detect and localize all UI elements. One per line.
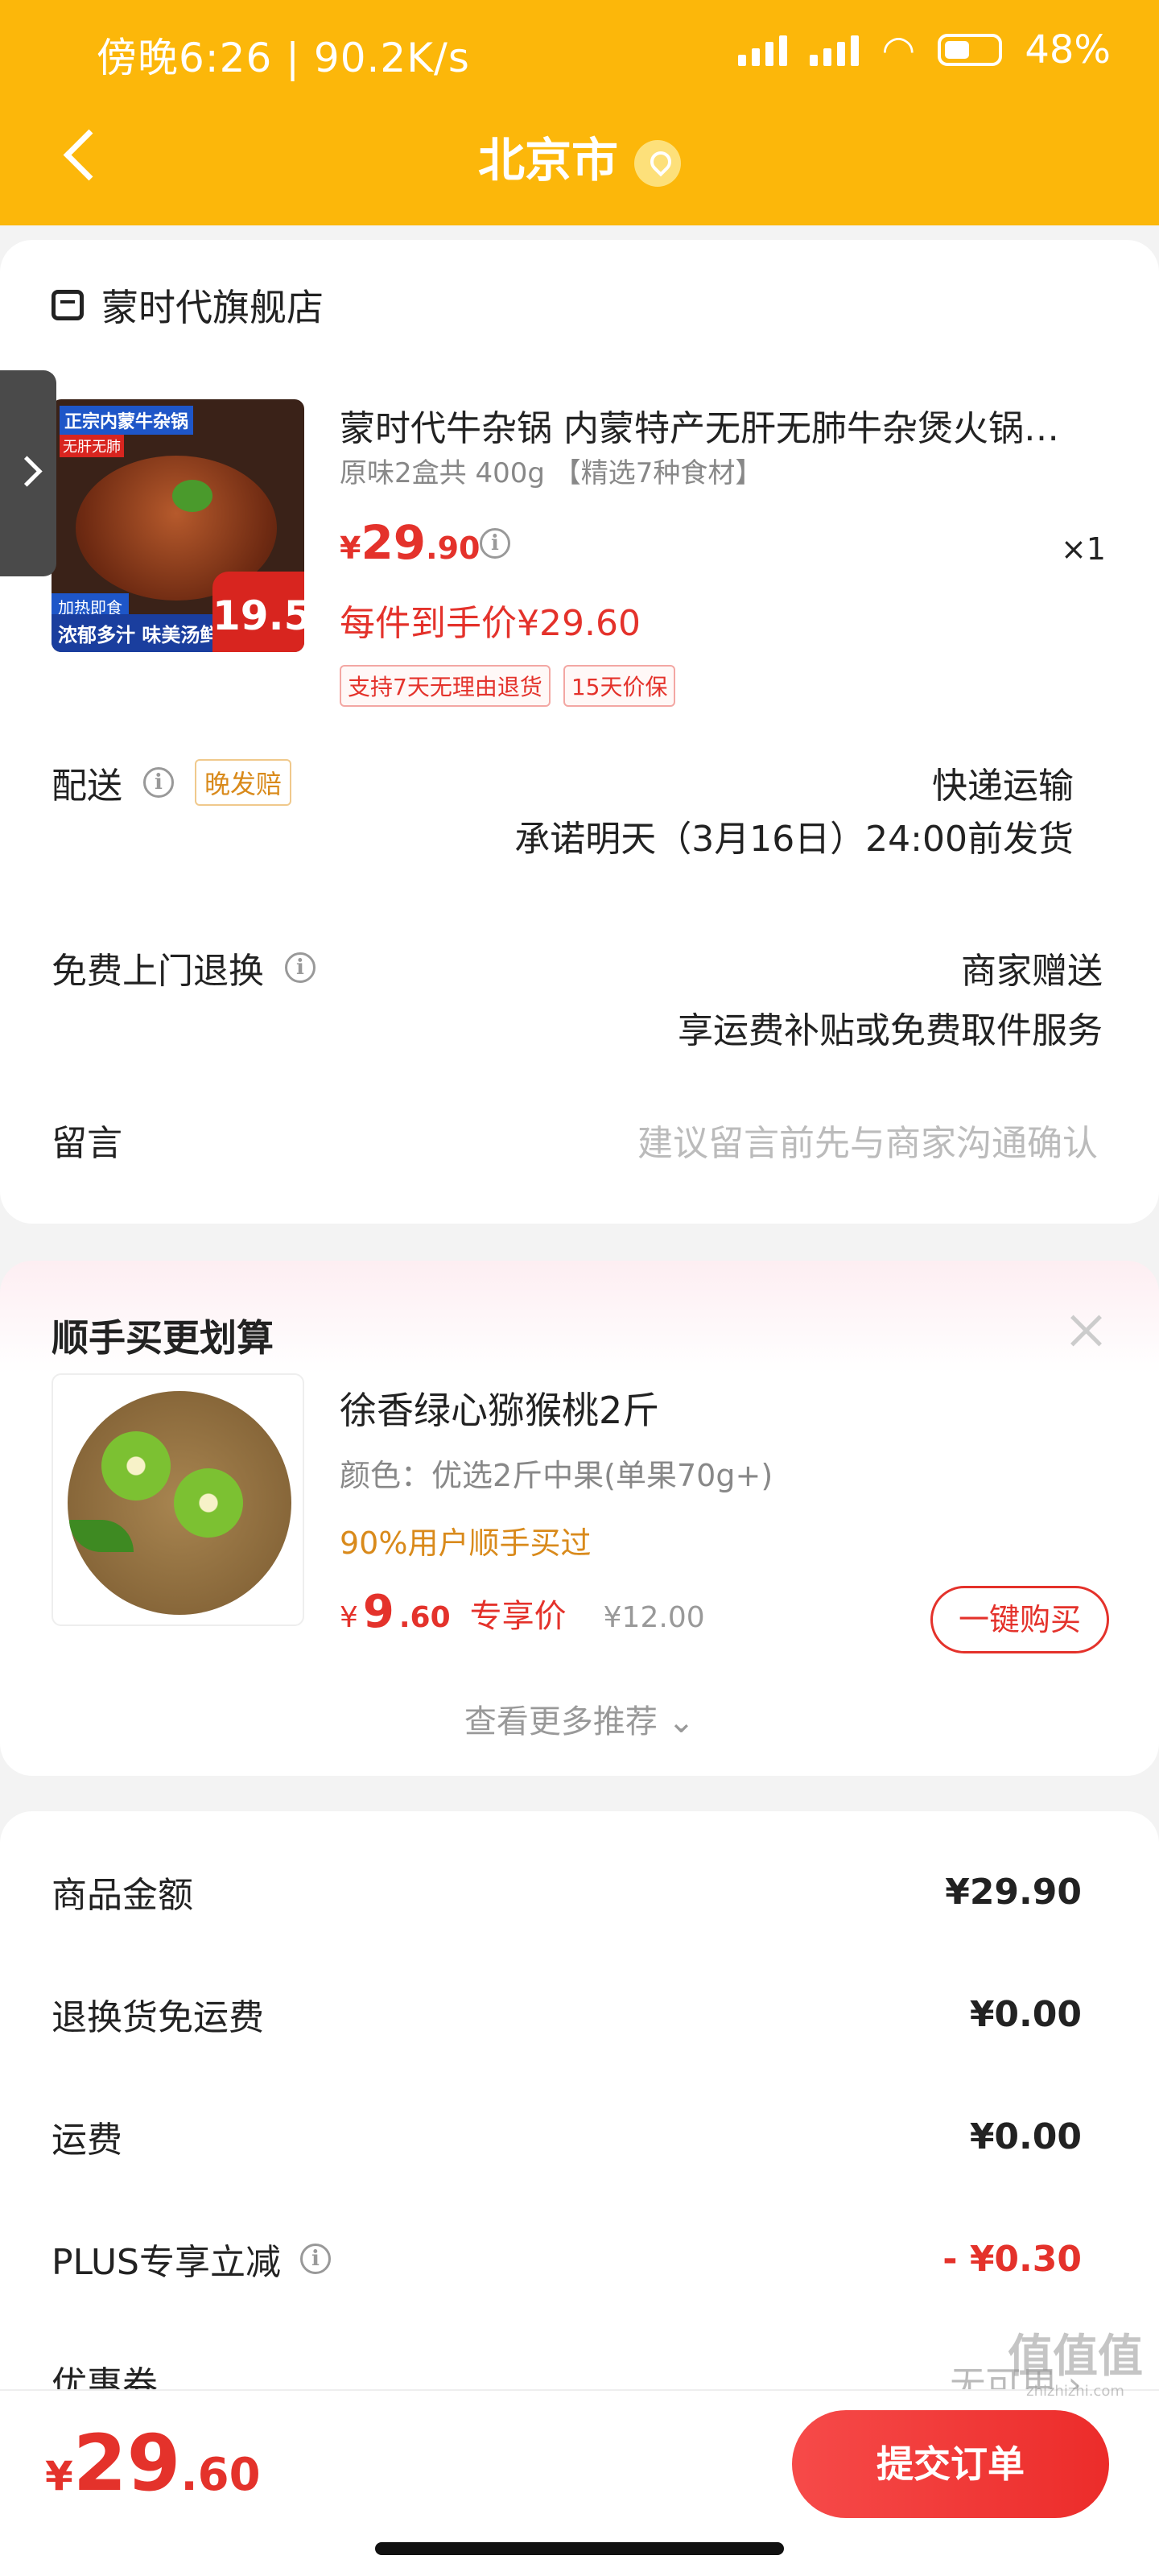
delivery-row: 配送 i 晚发赔 [52,757,292,808]
status-time-speed: 傍晚6:26 | 90.2K/s [97,35,470,81]
fee-row-shipping: 运费 ¥0.00 [52,2116,1082,2161]
status-bar: 傍晚6:26 | 90.2K/s ◠ 48% [0,0,1159,105]
product-title[interactable]: 蒙时代牛杂锅 内蒙特产无肝无肺牛杂煲火锅… [340,399,1104,451]
return-service-label: 免费上门退换 [52,951,264,992]
price-info-icon[interactable]: i [480,528,510,559]
return-service-gift: 商家赠送 [961,951,1103,992]
herb-graphic [172,480,212,512]
fee-row-goods: 商品金额 ¥29.90 [52,1871,1082,1917]
exclusive-price-label: 专享价 [469,1598,567,1635]
signal-icon [738,34,788,66]
delivery-method[interactable]: 快递运输 [932,757,1074,808]
image-price-tag: 19.5 [212,572,304,652]
quantity[interactable]: ×1 [1061,531,1106,567]
kiwi-slice [174,1468,243,1538]
return-service-row: 免费上门退换 i [52,942,316,993]
badge-price-protect: 15天价保 [563,665,676,707]
signal-icon-2 [810,34,860,66]
product-price: ¥29.90 [340,515,481,570]
image-bottom-2: 浓郁多汁 味美汤鲜 [52,614,229,652]
badge-return: 支持7天无理由退货 [340,665,551,707]
delivery-info-icon[interactable]: i [143,767,174,798]
one-click-buy-button[interactable]: 一键购买 [930,1586,1109,1653]
recommend-name[interactable]: 徐香绿心猕猴桃2斤 [340,1381,659,1435]
recommend-spec: 颜色：优选2斤中果(单果70g+) [340,1458,773,1493]
fee-row-plus-discount: PLUS专享立减 i - ¥0.30 [52,2238,1082,2284]
per-item-price: 每件到手价¥29.60 [340,603,641,644]
shop-icon [52,290,84,320]
battery-percent: 48% [1025,27,1111,72]
see-more-recommend[interactable]: 查看更多推荐 ⌄ [0,1695,1159,1742]
recommend-price: ¥9.60 专享价 ¥12.00 [340,1586,705,1638]
shop-header[interactable]: 蒙时代旗舰店 [52,279,324,332]
recommend-title: 顺手买更划算 [52,1316,274,1360]
order-card: 蒙时代旗舰店 [0,240,1159,1224]
service-badges: 支持7天无理由退货 15天价保 [340,665,676,707]
status-icons: ◠ 48% [738,27,1111,72]
nav-bar: 北京市 [0,113,1159,201]
delivery-label: 配送 [52,766,122,807]
late-compensation-badge: 晚发赔 [195,759,292,806]
recommend-hint: 90%用户顺手买过 [340,1525,592,1561]
battery-icon [938,34,1003,66]
recommend-card: 顺手买更划算 徐香绿心猕猴桃2斤 颜色：优选2斤中果(单果70g+) 90%用户… [0,1261,1159,1776]
total-price: ¥29.60 [45,2418,261,2508]
side-expand-tab[interactable] [0,370,56,576]
product-spec[interactable]: 原味2盒共 400g 【精选7种食材】 [340,451,762,490]
wifi-icon: ◠ [881,27,916,72]
close-icon[interactable] [1066,1311,1106,1351]
city-label: 北京市 [477,133,618,188]
image-tag-2: 无肝无肺 [60,435,124,457]
shop-name: 蒙时代旗舰店 [101,286,324,329]
watermark: 值值值 zhizhizhi.com [1008,2330,1143,2400]
top-header: 傍晚6:26 | 90.2K/s ◠ 48% 北京市 [0,0,1159,225]
return-service-desc: 享运费补贴或免费取件服务 [678,1010,1103,1051]
message-input[interactable]: 建议留言前先与商家沟通确认 [637,1114,1098,1166]
delivery-promise: 承诺明天（3月16日）24:00前发货 [514,819,1074,860]
fee-row-return-shipping: 退换货免运费 ¥0.00 [52,1993,1082,2039]
checkout-bar: ¥29.60 提交订单 [0,2389,1159,2576]
location-icon[interactable] [634,139,681,187]
original-price: ¥12.00 [603,1601,705,1634]
page-title[interactable]: 北京市 [0,122,1159,190]
product-image[interactable]: 正宗内蒙牛杂锅 无肝无肺 加热即食 浓郁多汁 味美汤鲜 19.5 [52,399,304,652]
home-indicator[interactable] [375,2542,784,2555]
message-label: 留言 [52,1123,122,1164]
return-info-icon[interactable]: i [285,952,316,983]
plus-info-icon[interactable]: i [300,2244,331,2274]
kiwi-image[interactable] [52,1373,304,1626]
submit-order-button[interactable]: 提交订单 [792,2410,1109,2518]
image-tag-1: 正宗内蒙牛杂锅 [60,406,194,435]
kiwi-slice [101,1431,171,1501]
